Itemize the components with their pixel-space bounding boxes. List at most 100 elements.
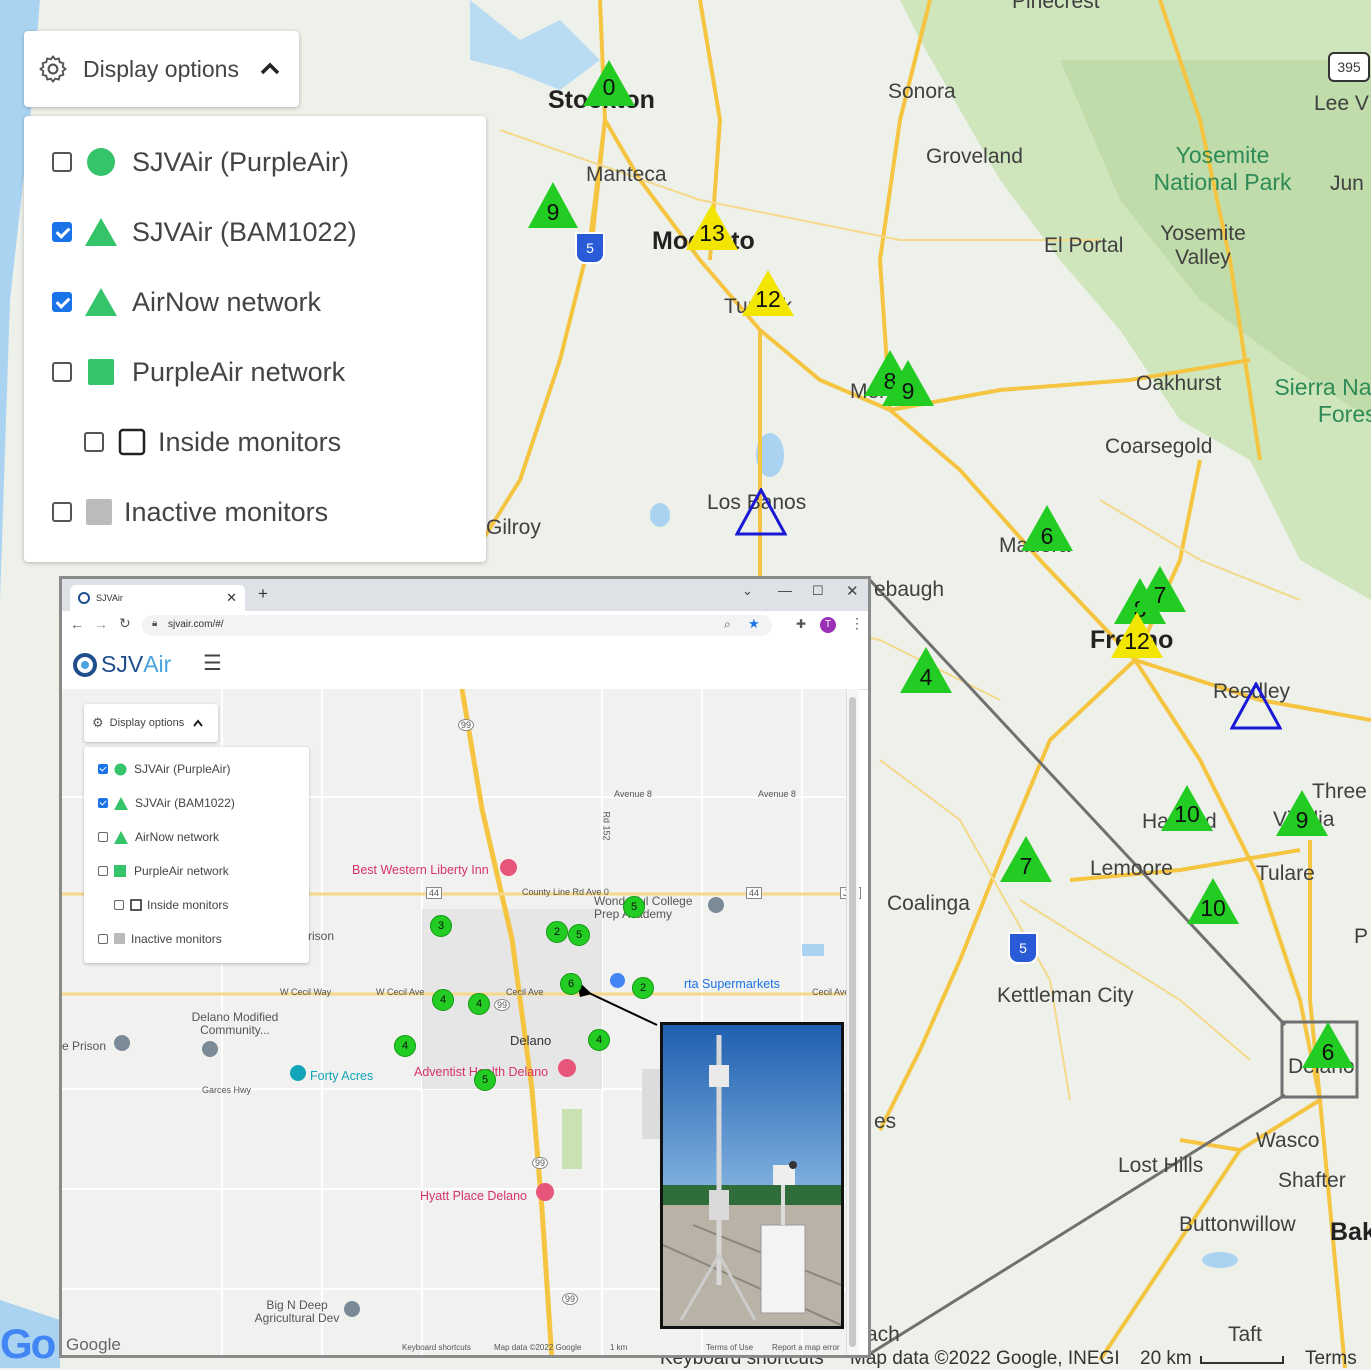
inset-scrollbar-thumb[interactable]: [849, 697, 856, 1347]
sjvair-logo[interactable]: SJV Air: [72, 651, 171, 678]
school-pin-icon[interactable]: [708, 897, 724, 913]
minimize-icon[interactable]: —: [778, 582, 792, 598]
prison-pin-icon[interactable]: [114, 1035, 130, 1051]
route99-shield-4: 99: [562, 1293, 579, 1305]
sensor-dot[interactable]: 4: [588, 1029, 610, 1051]
footer-terms[interactable]: Terms: [1305, 1348, 1357, 1370]
aq-marker-madera[interactable]: 6: [1021, 505, 1073, 551]
aq-marker-modesto[interactable]: 13: [686, 204, 738, 250]
display-options-button[interactable]: Display options: [24, 31, 299, 107]
sensor-dot[interactable]: 3: [430, 915, 452, 937]
route44-shield: 44: [426, 887, 443, 899]
tab-close-icon[interactable]: ✕: [226, 590, 237, 606]
inset-google-logo: Google: [66, 1335, 121, 1354]
aq-marker-kerman[interactable]: 4: [900, 647, 952, 693]
hotel-pin-icon-2[interactable]: [536, 1183, 554, 1201]
aq-marker-manteca[interactable]: 9: [528, 182, 578, 228]
zoom-icon[interactable]: ⌕: [724, 617, 731, 632]
park-pin-icon[interactable]: [290, 1065, 306, 1081]
inset-option-airnow[interactable]: AirNow network: [98, 828, 219, 846]
url-field[interactable]: 🔒︎ sjvair.com/#/ ⌕ ★: [142, 615, 772, 636]
checkbox[interactable]: [52, 362, 72, 382]
back-icon[interactable]: ←: [70, 616, 84, 632]
sensor-dot[interactable]: 4: [468, 993, 490, 1015]
checkbox-checked[interactable]: [52, 222, 72, 242]
option-purpleair-network[interactable]: PurpleAir network: [52, 352, 345, 392]
sensor-dot[interactable]: 2: [546, 921, 568, 943]
inset-option-sjvair-bam1022[interactable]: SJVAir (BAM1022): [98, 794, 235, 812]
hamburger-menu-icon[interactable]: ☰: [203, 651, 222, 676]
reload-icon[interactable]: ↻: [119, 615, 131, 632]
aq-marker-tulare[interactable]: 10: [1187, 878, 1239, 924]
inset-option-sjvair-purpleair[interactable]: SJVAir (PurpleAir): [98, 760, 230, 778]
aq-marker-hanford[interactable]: 10: [1161, 785, 1213, 831]
sensor-dot[interactable]: 5: [623, 896, 645, 918]
aq-marker-visalia[interactable]: 9: [1276, 790, 1328, 836]
option-inactive-monitors[interactable]: Inactive monitors: [52, 492, 328, 532]
poi-supermarkets[interactable]: rta Supermarkets: [684, 977, 780, 991]
kebab-menu-icon[interactable]: ⋮: [850, 615, 864, 632]
checkbox[interactable]: [52, 502, 72, 522]
poi-big-n-deep[interactable]: Big N Deep Agricultural Dev: [248, 1299, 346, 1325]
new-tab-button[interactable]: +: [258, 584, 268, 604]
aq-marker-reedley[interactable]: [1229, 680, 1283, 730]
aq-marker-turlock[interactable]: 12: [742, 270, 794, 316]
sensor-dot-bam1022[interactable]: 6: [560, 973, 582, 995]
inset-footer-keyboard[interactable]: Keyboard shortcuts: [402, 1343, 471, 1352]
extensions-icon[interactable]: ✚: [796, 617, 806, 631]
option-sjvair-bam1022[interactable]: SJVAir (BAM1022): [52, 212, 357, 252]
hospital-pin-icon[interactable]: [558, 1059, 576, 1077]
aq-marker-fresno-c[interactable]: 12: [1111, 612, 1163, 658]
inset-scrollbar[interactable]: [846, 689, 859, 1355]
close-window-icon[interactable]: ✕: [846, 582, 859, 600]
option-inside-monitors[interactable]: Inside monitors: [84, 422, 341, 462]
label-delano: Delano: [510, 1033, 552, 1048]
sjvair-app-bar: SJV Air ☰: [62, 641, 868, 690]
option-sjvair-purpleair[interactable]: SJVAir (PurpleAir): [52, 142, 349, 182]
inset-option-purpleair-network[interactable]: PurpleAir network: [98, 862, 229, 880]
inset-option-inside-monitors[interactable]: Inside monitors: [114, 896, 228, 914]
poi-best-western[interactable]: Best Western Liberty Inn: [352, 863, 489, 877]
aq-marker-fresno-b[interactable]: 7: [1134, 566, 1186, 612]
label-avenue8b: Avenue 8: [758, 789, 796, 799]
sensor-dot[interactable]: 2: [632, 977, 654, 999]
sensor-dot[interactable]: 5: [474, 1069, 496, 1091]
forward-icon[interactable]: →: [94, 616, 108, 632]
poi-hyatt-place[interactable]: Hyatt Place Delano: [420, 1189, 527, 1203]
profile-avatar[interactable]: T: [820, 617, 836, 633]
aq-marker-stockton[interactable]: 0: [583, 60, 635, 106]
sensor-dot[interactable]: 5: [568, 924, 590, 946]
aq-marker-lemoore[interactable]: 7: [1000, 836, 1052, 882]
hotel-pin-icon[interactable]: [500, 859, 517, 876]
star-icon[interactable]: ★: [748, 616, 760, 632]
poi-delano-modified[interactable]: Delano Modified Community...: [180, 1011, 290, 1037]
option-airnow-network[interactable]: AirNow network: [52, 282, 321, 322]
place-shafter: Shafter: [1278, 1169, 1346, 1192]
aq-marker-delano[interactable]: 6: [1302, 1022, 1354, 1068]
maximize-icon[interactable]: ☐: [812, 583, 824, 599]
footer-map-data: Map data ©2022 Google, INEGI: [850, 1348, 1120, 1369]
landmark-pin-icon[interactable]: [202, 1041, 218, 1057]
checkbox[interactable]: [52, 152, 72, 172]
checkbox-checked[interactable]: [52, 292, 72, 312]
aq-marker-los-banos[interactable]: [734, 486, 788, 536]
business-pin-icon[interactable]: [344, 1301, 360, 1317]
browser-tab[interactable]: SJVAir ✕: [70, 585, 245, 611]
checkbox[interactable]: [84, 432, 104, 452]
google-logo: Go: [0, 1320, 56, 1367]
inset-display-options-button[interactable]: ⚙ Display options: [84, 704, 218, 742]
inset-footer-terms[interactable]: Terms of Use: [706, 1343, 753, 1352]
inset-footer-report[interactable]: Report a map error: [772, 1343, 840, 1352]
sensor-dot[interactable]: 4: [394, 1035, 416, 1057]
sensor-dot[interactable]: 4: [432, 989, 454, 1011]
poi-prison[interactable]: e Prison: [62, 1039, 106, 1053]
poi-wonderful-college[interactable]: Wonderful College Prep Academy: [594, 895, 704, 921]
option-label: Inactive monitors: [124, 496, 329, 527]
inset-option-inactive-monitors[interactable]: Inactive monitors: [98, 930, 222, 948]
poi-forty-acres[interactable]: Forty Acres: [310, 1069, 373, 1083]
tab-list-chevron-icon[interactable]: ⌄: [742, 583, 753, 599]
aq-marker-merced-b[interactable]: 9: [882, 360, 934, 406]
place-el-portal: El Portal: [1044, 234, 1124, 257]
browser-address-bar: ← → ↻ 🔒︎ sjvair.com/#/ ⌕ ★ ✚ T ⋮: [62, 611, 868, 642]
shopping-pin-icon[interactable]: [610, 973, 625, 988]
